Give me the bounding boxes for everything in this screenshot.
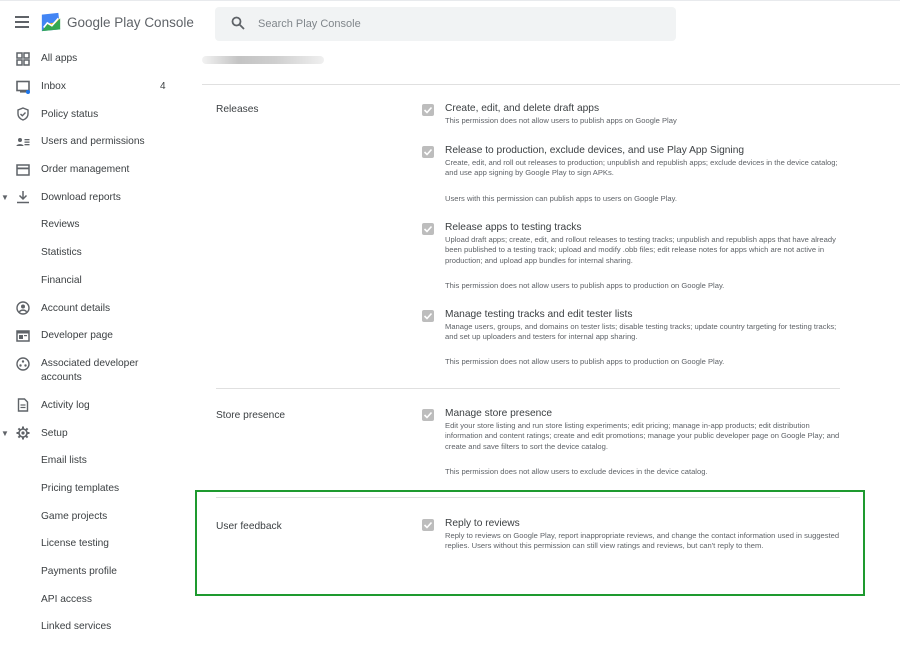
sidebar-item-label: Payments profile [41, 566, 117, 578]
sidebar-item-download-reports[interactable]: ▼ Download reports [0, 183, 195, 211]
sidebar-item-linked-services[interactable]: Linked services [0, 613, 195, 641]
permission-title: Manage store presence [445, 408, 553, 419]
sidebar: Google Play Console All apps Inbox 4 Pol… [0, 0, 195, 651]
permission-description: Edit your store listing and run store li… [445, 421, 840, 451]
sidebar-item-label: Associated developer accounts [41, 357, 139, 383]
sidebar-item-label: Download reports [41, 191, 121, 203]
brand-title-prefix: Google Play [67, 15, 141, 30]
sidebar-item-financial[interactable]: Financial [0, 267, 195, 295]
permission-note: This permission does not allow users to … [445, 467, 708, 476]
sidebar-item-label: Developer page [41, 330, 113, 342]
sidebar-item-associated-developer-accounts[interactable]: Associated developer accounts [0, 350, 195, 392]
sidebar-item-label: Policy status [41, 108, 99, 120]
sidebar-item-license-testing[interactable]: License testing [0, 530, 195, 558]
sidebar-nav: All apps Inbox 4 Policy status Users and… [0, 45, 195, 641]
sidebar-item-label: Activity log [41, 399, 90, 411]
sidebar-item-developer-page[interactable]: Developer page [0, 322, 195, 350]
checkmark-icon [423, 106, 433, 114]
permission-description: Manage users, groups, and domains on tes… [445, 322, 837, 342]
sidebar-item-policy-status[interactable]: Policy status [0, 100, 195, 128]
permission-note: This permission does not allow users to … [445, 281, 725, 290]
card-icon [16, 163, 30, 177]
checkmark-icon [423, 411, 433, 419]
users-icon [16, 135, 30, 149]
section-label-releases: Releases [216, 104, 259, 115]
sidebar-item-account-details[interactable]: Account details [0, 294, 195, 322]
chevron-down-icon[interactable]: ▼ [1, 429, 9, 438]
permission-description: This permission does not allow users to … [445, 116, 677, 125]
permission-checkbox[interactable] [422, 409, 434, 421]
sidebar-item-label: API access [41, 593, 92, 605]
gear-icon [16, 426, 30, 440]
sidebar-item-label: Email lists [41, 455, 87, 467]
checkmark-icon [423, 312, 433, 320]
checkmark-icon [423, 148, 433, 156]
sidebar-item-label: All apps [41, 53, 78, 65]
checkmark-icon [423, 225, 433, 233]
permission-checkbox[interactable] [422, 104, 434, 116]
search-bar[interactable] [215, 7, 676, 41]
brand-header: Google Play Console [0, 0, 195, 46]
developer-page-icon [16, 329, 30, 343]
sidebar-item-label: Account details [41, 302, 111, 314]
permission-checkbox[interactable] [422, 310, 434, 322]
sidebar-item-label: Linked services [41, 621, 112, 633]
section-divider [216, 388, 840, 389]
grid-icon [16, 52, 30, 66]
permission-checkbox[interactable] [422, 223, 434, 235]
search-input[interactable] [258, 15, 658, 33]
document-icon [16, 398, 30, 413]
section-label-store-presence: Store presence [216, 410, 286, 421]
sidebar-item-inbox[interactable]: Inbox 4 [0, 73, 195, 101]
menu-icon[interactable] [15, 16, 29, 28]
sidebar-item-setup[interactable]: ▼ Setup [0, 419, 195, 447]
permission-title: Manage testing tracks and edit tester li… [445, 309, 633, 320]
shield-icon [16, 107, 30, 121]
sidebar-item-label: Setup [41, 427, 68, 439]
permission-description: Create, edit, and roll out releases to p… [445, 158, 838, 178]
sidebar-item-activity-log[interactable]: Activity log [0, 392, 195, 420]
sidebar-item-pricing-templates[interactable]: Pricing templates [0, 475, 195, 503]
permission-description: Upload draft apps; create, edit, and rol… [445, 235, 836, 265]
sidebar-item-game-projects[interactable]: Game projects [0, 502, 195, 530]
sidebar-item-reviews[interactable]: Reviews [0, 211, 195, 239]
permission-title: Create, edit, and delete draft apps [445, 103, 600, 114]
sidebar-item-api-access[interactable]: API access [0, 585, 195, 613]
permission-note: This permission does not allow users to … [445, 357, 725, 366]
sidebar-item-statistics[interactable]: Statistics [0, 239, 195, 267]
sidebar-item-label: License testing [41, 538, 109, 550]
sidebar-item-order-management[interactable]: Order management [0, 156, 195, 184]
sidebar-item-label: Financial [41, 274, 82, 286]
sidebar-item-label: Statistics [41, 247, 82, 259]
chevron-down-icon[interactable]: ▼ [1, 193, 9, 202]
sidebar-item-label: Reviews [41, 219, 80, 231]
sidebar-item-all-apps[interactable]: All apps [0, 45, 195, 73]
sidebar-item-label: Pricing templates [41, 482, 120, 494]
brand-title[interactable]: Google Play Console [67, 15, 194, 30]
sidebar-item-label: Users and permissions [41, 136, 145, 148]
permission-title: Release apps to testing tracks [445, 222, 582, 233]
associated-accounts-icon [16, 356, 30, 371]
sidebar-item-label: Inbox [41, 81, 66, 93]
sidebar-item-label: Game projects [41, 510, 108, 522]
content-top-divider [202, 84, 900, 85]
inbox-count-badge: 4 [160, 81, 166, 93]
permission-checkbox[interactable] [422, 146, 434, 158]
blurred-user-email [202, 56, 324, 64]
sidebar-item-users-and-permissions[interactable]: Users and permissions [0, 128, 195, 156]
sidebar-item-label: Order management [41, 164, 130, 176]
permission-title: Release to production, exclude devices, … [445, 145, 745, 156]
inbox-icon [16, 80, 30, 94]
play-console-logo[interactable] [40, 11, 62, 33]
brand-title-suffix: Console [144, 15, 194, 30]
sidebar-item-payments-profile[interactable]: Payments profile [0, 558, 195, 586]
permission-note: Users with this permission can publish a… [445, 194, 678, 203]
download-icon [16, 190, 30, 204]
sidebar-item-email-lists[interactable]: Email lists [0, 447, 195, 475]
search-icon [231, 16, 245, 30]
highlight-box [195, 490, 865, 596]
account-icon [16, 301, 30, 315]
